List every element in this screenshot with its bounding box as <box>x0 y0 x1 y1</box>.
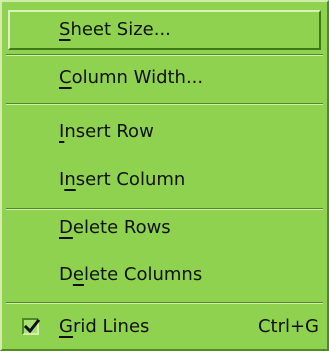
mnemonic: n <box>64 169 76 190</box>
mnemonic: S <box>59 19 71 40</box>
menu-separator <box>6 103 323 105</box>
mnemonic: e <box>72 264 84 285</box>
mnemonic: C <box>59 67 72 88</box>
menu-item-label: Insert Column <box>59 169 186 190</box>
menu-item-delete-rows[interactable]: Delete Rows <box>2 208 327 248</box>
checkmark-icon <box>23 318 41 334</box>
menu-separator <box>6 54 323 56</box>
menu-item-label: Column Width... <box>59 67 204 88</box>
menu-item-label: Sheet Size... <box>59 19 171 40</box>
menu-item-insert-row[interactable]: Insert Row <box>2 112 327 152</box>
menu-item-label: Grid Lines <box>59 316 150 337</box>
checkbox-checked-icon[interactable] <box>22 318 41 335</box>
menu-item-column-width[interactable]: Column Width... <box>2 58 327 98</box>
menu-item-grid-lines[interactable]: Grid Lines Ctrl+G <box>2 307 327 347</box>
menu-item-label: Delete Columns <box>59 264 203 285</box>
mnemonic: D <box>59 217 73 238</box>
context-menu: Sheet Size... Column Width... Insert Row… <box>0 0 329 351</box>
menu-separator <box>6 302 323 304</box>
menu-item-insert-column[interactable]: Insert Column <box>2 160 327 200</box>
menu-item-sheet-size[interactable]: Sheet Size... <box>8 10 321 50</box>
menu-item-label: Delete Rows <box>59 217 171 238</box>
menu-item-label: Insert Row <box>59 121 154 142</box>
mnemonic: G <box>59 316 73 337</box>
menu-item-shortcut: Ctrl+G <box>257 316 319 337</box>
menu-item-delete-columns[interactable]: Delete Columns <box>2 255 327 295</box>
